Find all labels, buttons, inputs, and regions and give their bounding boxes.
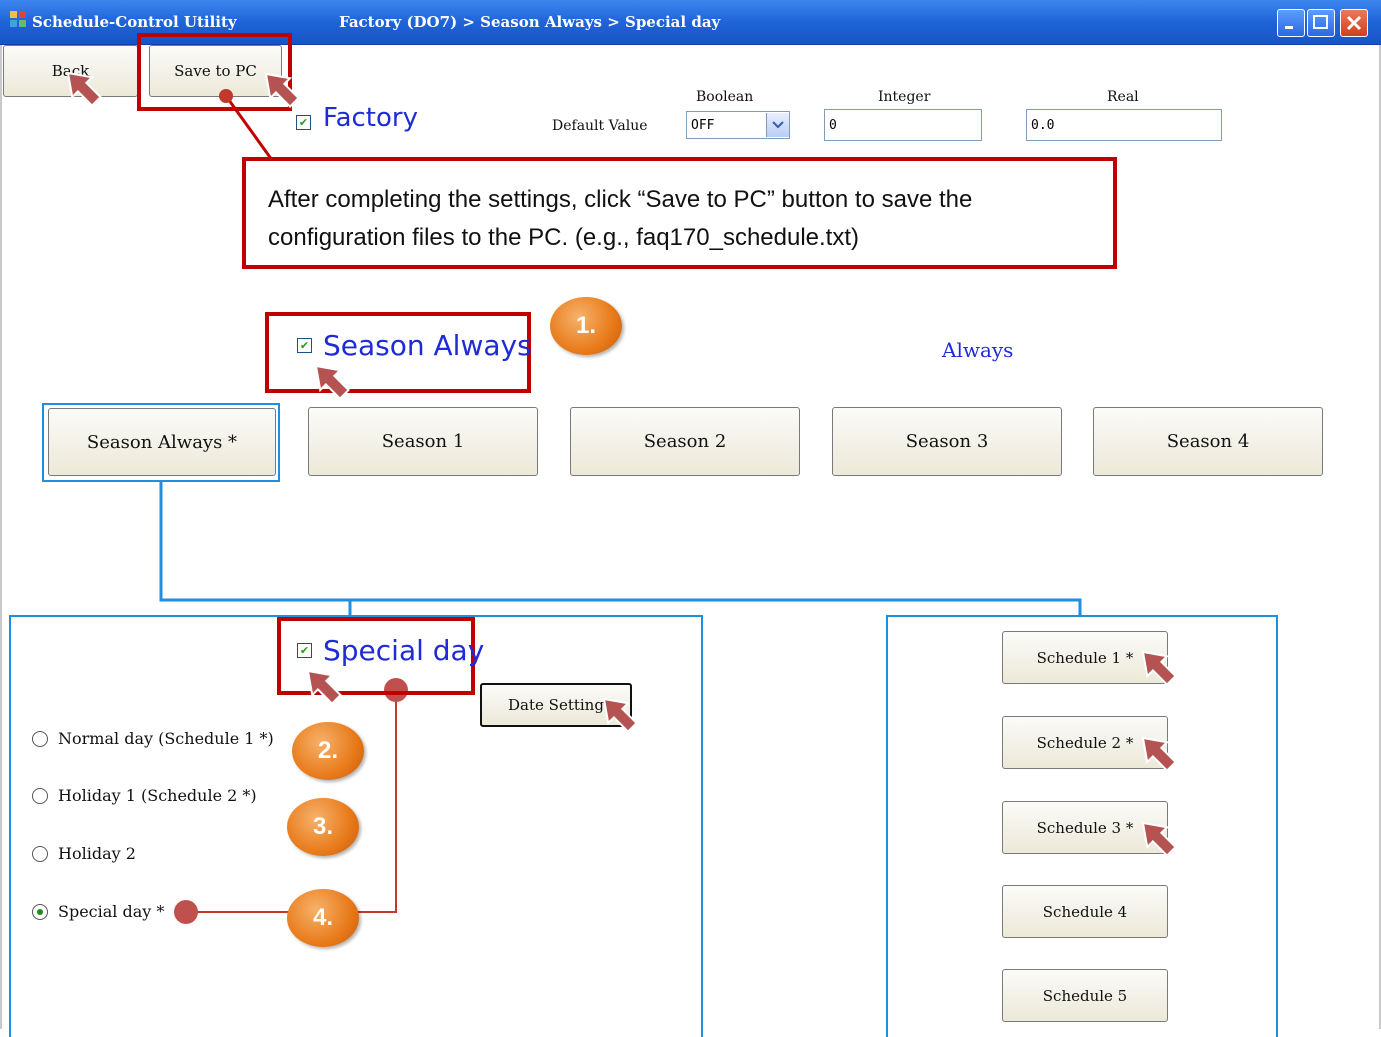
boolean-select[interactable]: OFF — [686, 111, 790, 139]
radio-icon — [32, 730, 48, 747]
radio-icon — [32, 787, 48, 804]
back-button[interactable]: Back — [3, 45, 138, 97]
factory-checkbox[interactable]: ✔ — [296, 115, 311, 130]
radio-special-day[interactable]: Special day * — [32, 902, 164, 921]
special-day-checkbox[interactable]: ✔ — [297, 643, 312, 658]
breadcrumb: Factory (DO7) > Season Always > Special … — [339, 13, 721, 31]
season-tab-3[interactable]: Season 3 — [832, 407, 1062, 476]
schedule-1-button[interactable]: Schedule 1 * — [1002, 631, 1168, 684]
step-badge-3: 3. — [287, 798, 359, 856]
chevron-down-icon[interactable] — [766, 113, 789, 137]
real-input[interactable] — [1026, 109, 1222, 141]
season-tab-2[interactable]: Season 2 — [570, 407, 800, 476]
minimize-button[interactable] — [1277, 9, 1305, 37]
schedule-2-button[interactable]: Schedule 2 * — [1002, 716, 1168, 769]
radio-label: Special day * — [58, 902, 165, 921]
real-header: Real — [1107, 89, 1139, 105]
check-icon: ✔ — [299, 644, 310, 657]
maximize-icon — [1313, 15, 1328, 29]
season-label: Season Always — [323, 329, 532, 362]
maximize-button[interactable] — [1307, 9, 1335, 37]
radio-label: Holiday 2 — [58, 844, 136, 863]
schedule-4-button[interactable]: Schedule 4 — [1002, 885, 1168, 938]
special-day-label: Special day — [323, 634, 485, 667]
radio-label: Normal day (Schedule 1 *) — [58, 729, 274, 748]
annotation-callout: After completing the settings, click “Sa… — [242, 157, 1117, 269]
step-badge-2: 2. — [292, 722, 364, 780]
default-value-label: Default Value — [552, 118, 648, 134]
season-tab-1[interactable]: Season 1 — [308, 407, 538, 476]
schedule-5-button[interactable]: Schedule 5 — [1002, 969, 1168, 1022]
radio-icon — [32, 845, 48, 862]
factory-label: Factory — [323, 103, 418, 133]
radio-holiday-2[interactable]: Holiday 2 — [32, 844, 136, 863]
check-icon: ✔ — [298, 116, 309, 129]
app-icon — [10, 11, 26, 27]
minimize-icon — [1285, 26, 1293, 29]
app-title: Schedule-Control Utility — [32, 13, 237, 31]
step-badge-1: 1. — [550, 297, 622, 355]
date-setting-button[interactable]: Date Setting — [480, 683, 632, 727]
check-icon: ✔ — [299, 339, 310, 352]
radio-normal-day[interactable]: Normal day (Schedule 1 *) — [32, 729, 274, 748]
schedule-3-button[interactable]: Schedule 3 * — [1002, 801, 1168, 854]
radio-holiday-1[interactable]: Holiday 1 (Schedule 2 *) — [32, 786, 257, 805]
radio-selected-icon — [32, 903, 48, 920]
season-tab-always[interactable]: Season Always * — [48, 408, 276, 476]
season-tab-4[interactable]: Season 4 — [1093, 407, 1323, 476]
radio-label: Holiday 1 (Schedule 2 *) — [58, 786, 257, 805]
integer-header: Integer — [878, 89, 931, 105]
boolean-value: OFF — [691, 117, 715, 133]
close-icon — [1346, 15, 1362, 31]
save-highlight-box — [137, 33, 292, 111]
integer-input[interactable] — [824, 109, 982, 141]
season-mode-label: Always — [942, 338, 1014, 362]
boolean-header: Boolean — [696, 89, 754, 105]
close-button[interactable] — [1340, 9, 1368, 37]
step-badge-4: 4. — [287, 889, 359, 947]
season-checkbox[interactable]: ✔ — [297, 338, 312, 353]
